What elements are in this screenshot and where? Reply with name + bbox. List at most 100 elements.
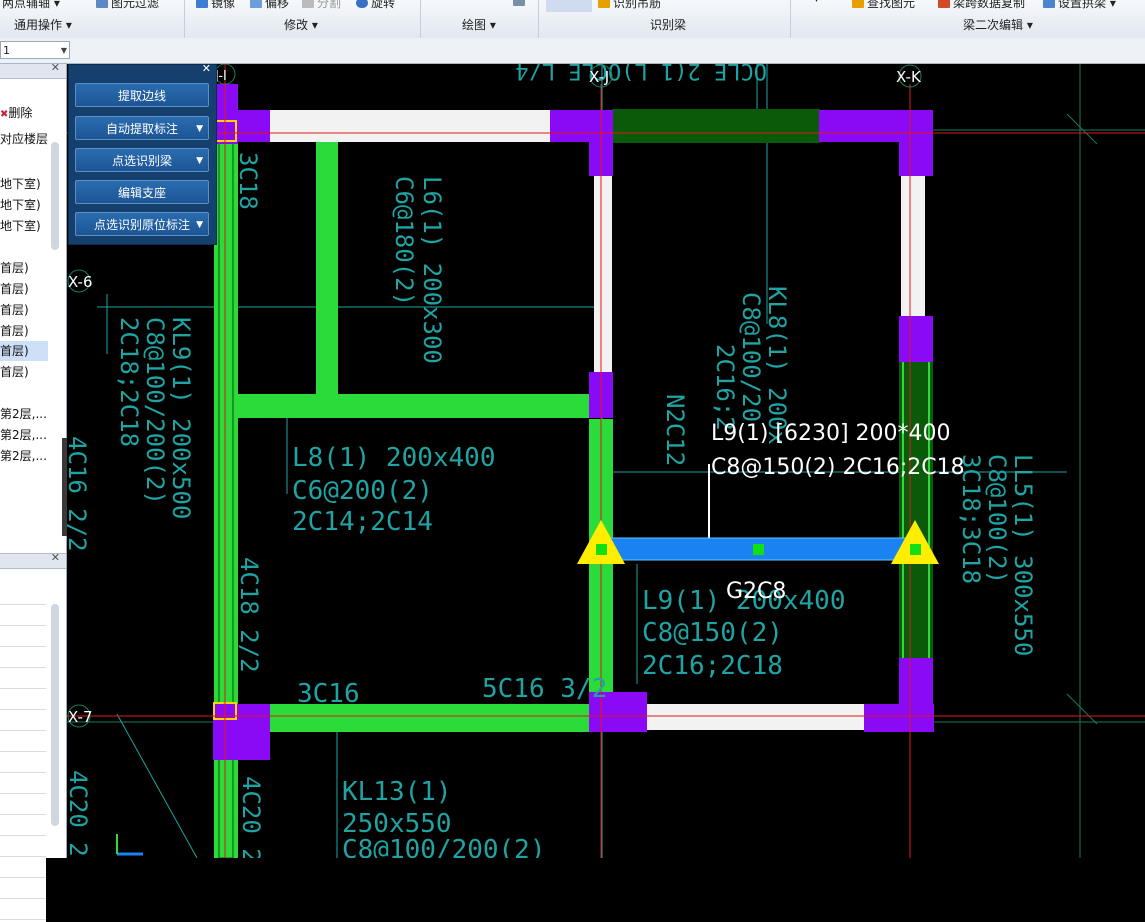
filter-icon <box>96 0 108 8</box>
annotation-text: LL5(1) 300x550 <box>1009 454 1037 656</box>
floor-item[interactable]: 第2层,... <box>0 446 47 466</box>
grip-handle-left[interactable] <box>596 544 607 555</box>
column[interactable] <box>214 84 238 144</box>
delete-button[interactable]: ✖删除 <box>0 103 32 123</box>
cad-canvas[interactable]: L6(1) 200x300 C6@180(2) KL9(1) 200x500 C… <box>67 64 1145 858</box>
auto-extract-label-button[interactable]: 自动提取标注 ▼ <box>75 116 209 140</box>
split-button[interactable]: 分割 <box>302 0 341 11</box>
annotation-text: KL9(1) 200x500 <box>167 317 195 519</box>
column[interactable] <box>864 704 934 732</box>
properties-grid[interactable] <box>0 584 46 922</box>
floor-item[interactable]: 首层) <box>0 362 29 382</box>
floor-item[interactable]: 第2层,... <box>0 404 47 424</box>
mirror-button[interactable]: 镜像 <box>196 0 235 11</box>
axis-label-x7: X-7 <box>68 708 93 726</box>
floor-item[interactable]: 首层) <box>0 321 29 341</box>
offset-icon <box>250 0 262 8</box>
annotation-text: C8@100/20 <box>737 292 765 422</box>
annotation-text: C6@200(2) <box>292 476 433 506</box>
offset-button[interactable]: 偏移 <box>250 0 289 11</box>
group-modify[interactable]: 修改 ▾ <box>284 16 318 33</box>
pick-identify-inplace-label-button[interactable]: 点选识别原位标注 ▼ <box>75 212 209 236</box>
beam-top-right[interactable] <box>612 109 820 143</box>
floor-item[interactable]: 第2层,... <box>0 425 47 445</box>
ribbon-separator <box>538 0 539 38</box>
panel-header: ✕ <box>69 62 216 79</box>
floor-item[interactable]: 首层) <box>0 258 29 278</box>
two-point-axis-button[interactable]: 两点辅轴 ▾ <box>2 0 60 11</box>
beam-l8[interactable] <box>234 394 602 418</box>
rotate-button[interactable]: 旋转 <box>356 0 395 11</box>
column[interactable] <box>213 704 270 760</box>
identify-beam-panel: ✕ 提取边线 自动提取标注 ▼ 点选识别梁 ▼ 编辑支座 点选识别原位标注 ▼ <box>68 62 217 245</box>
properties-header: ✕ <box>0 551 66 569</box>
edit-support-button[interactable]: 编辑支座 <box>75 180 209 204</box>
beam-kl8-upper[interactable] <box>594 176 612 372</box>
extract-edge-button[interactable]: 提取边线 <box>75 83 209 107</box>
annotation-text: N2C12 <box>661 394 689 466</box>
group-draw[interactable]: 绘图 ▾ <box>462 16 496 33</box>
annotation-text: C8@150(2) <box>642 618 783 648</box>
annotation-text: 4C16 2/2 <box>67 436 91 552</box>
floor-item[interactable]: 地下室) <box>0 174 41 194</box>
beam-ll5[interactable] <box>899 359 933 659</box>
floor-item[interactable]: 地下室) <box>0 195 41 215</box>
chevron-down-icon: ▼ <box>196 220 203 230</box>
close-icon[interactable]: ✕ <box>202 62 211 75</box>
floor-item-selected[interactable]: 首层) <box>0 341 48 361</box>
annotation-text: 4C20 2/2 <box>237 776 265 858</box>
annotation-text: 2C16;2C18 <box>642 651 783 681</box>
identify-hanger-button[interactable]: 识别吊筋 <box>598 0 661 11</box>
annotation-text: 5C16 3/2 <box>482 674 607 704</box>
floor-select[interactable]: 1 ▼ <box>0 41 70 59</box>
beam-top-white[interactable] <box>267 110 552 142</box>
annotation-text: L6(1) 200x300 <box>418 176 446 364</box>
column[interactable] <box>899 316 933 362</box>
rotate-icon <box>356 0 368 8</box>
annotation-text: 2C16;2 <box>711 344 739 431</box>
ribbon-separator <box>420 0 421 38</box>
find-icon <box>852 0 864 8</box>
ribbon-separator <box>790 0 791 38</box>
axis-label-xj: X-J <box>589 68 609 86</box>
close-icon[interactable]: ✕ <box>51 61 60 74</box>
filter-elements-button[interactable]: 图元过滤 <box>96 0 159 11</box>
more-dropdown[interactable]: ▾ <box>814 0 819 5</box>
floor-item[interactable]: 首层) <box>0 279 29 299</box>
annotation-text: OCLE 2(1 L)OCLE L/4 <box>515 64 767 83</box>
close-icon[interactable]: ✕ <box>51 551 60 564</box>
ribbon-separator <box>184 0 185 38</box>
grip-handle-right[interactable] <box>910 544 921 555</box>
beam-l6[interactable] <box>316 126 338 396</box>
column[interactable] <box>238 110 270 142</box>
chevron-down-icon: ▼ <box>196 124 203 134</box>
group-beam-secondary-edit[interactable]: 梁二次编辑 ▾ <box>963 16 1033 33</box>
panel-header: ✕ <box>0 61 66 79</box>
hanger-icon <box>598 0 610 8</box>
chevron-down-icon: ▼ <box>60 46 67 55</box>
group-identify-beam: 识别梁 <box>650 18 687 32</box>
floor-item[interactable]: 地下室) <box>0 216 41 236</box>
beam-kl13[interactable] <box>214 704 602 732</box>
property-toolbar <box>0 38 1145 64</box>
annotation-text: 2C18;2C18 <box>115 317 143 447</box>
find-element-button[interactable]: 查找图元 <box>852 0 915 11</box>
chevron-down-icon: ▼ <box>196 156 203 166</box>
beam-kk-upper[interactable] <box>901 176 925 316</box>
column[interactable] <box>899 110 933 176</box>
mirror-icon <box>196 0 208 8</box>
line-tool-icon <box>513 0 525 6</box>
grip-handle-mid[interactable] <box>753 544 764 555</box>
annotation-text: 4C20 2/2 <box>67 770 92 858</box>
draw-tool-button[interactable] <box>513 0 528 8</box>
group-common-ops[interactable]: 通用操作 ▾ <box>14 16 72 33</box>
split-icon <box>302 0 314 8</box>
copy-span-data-button[interactable]: 梁跨数据复制 <box>938 0 1025 11</box>
scrollbar[interactable] <box>51 604 59 826</box>
arch-beam-button[interactable]: 设置拱梁 ▾ <box>1043 0 1116 11</box>
floor-item[interactable]: 首层) <box>0 300 29 320</box>
scrollbar[interactable] <box>51 142 59 250</box>
pick-identify-beam-button[interactable]: 点选识别梁 ▼ <box>75 148 209 172</box>
beam-bottom-white[interactable] <box>647 704 865 730</box>
arch-icon <box>1043 0 1055 8</box>
